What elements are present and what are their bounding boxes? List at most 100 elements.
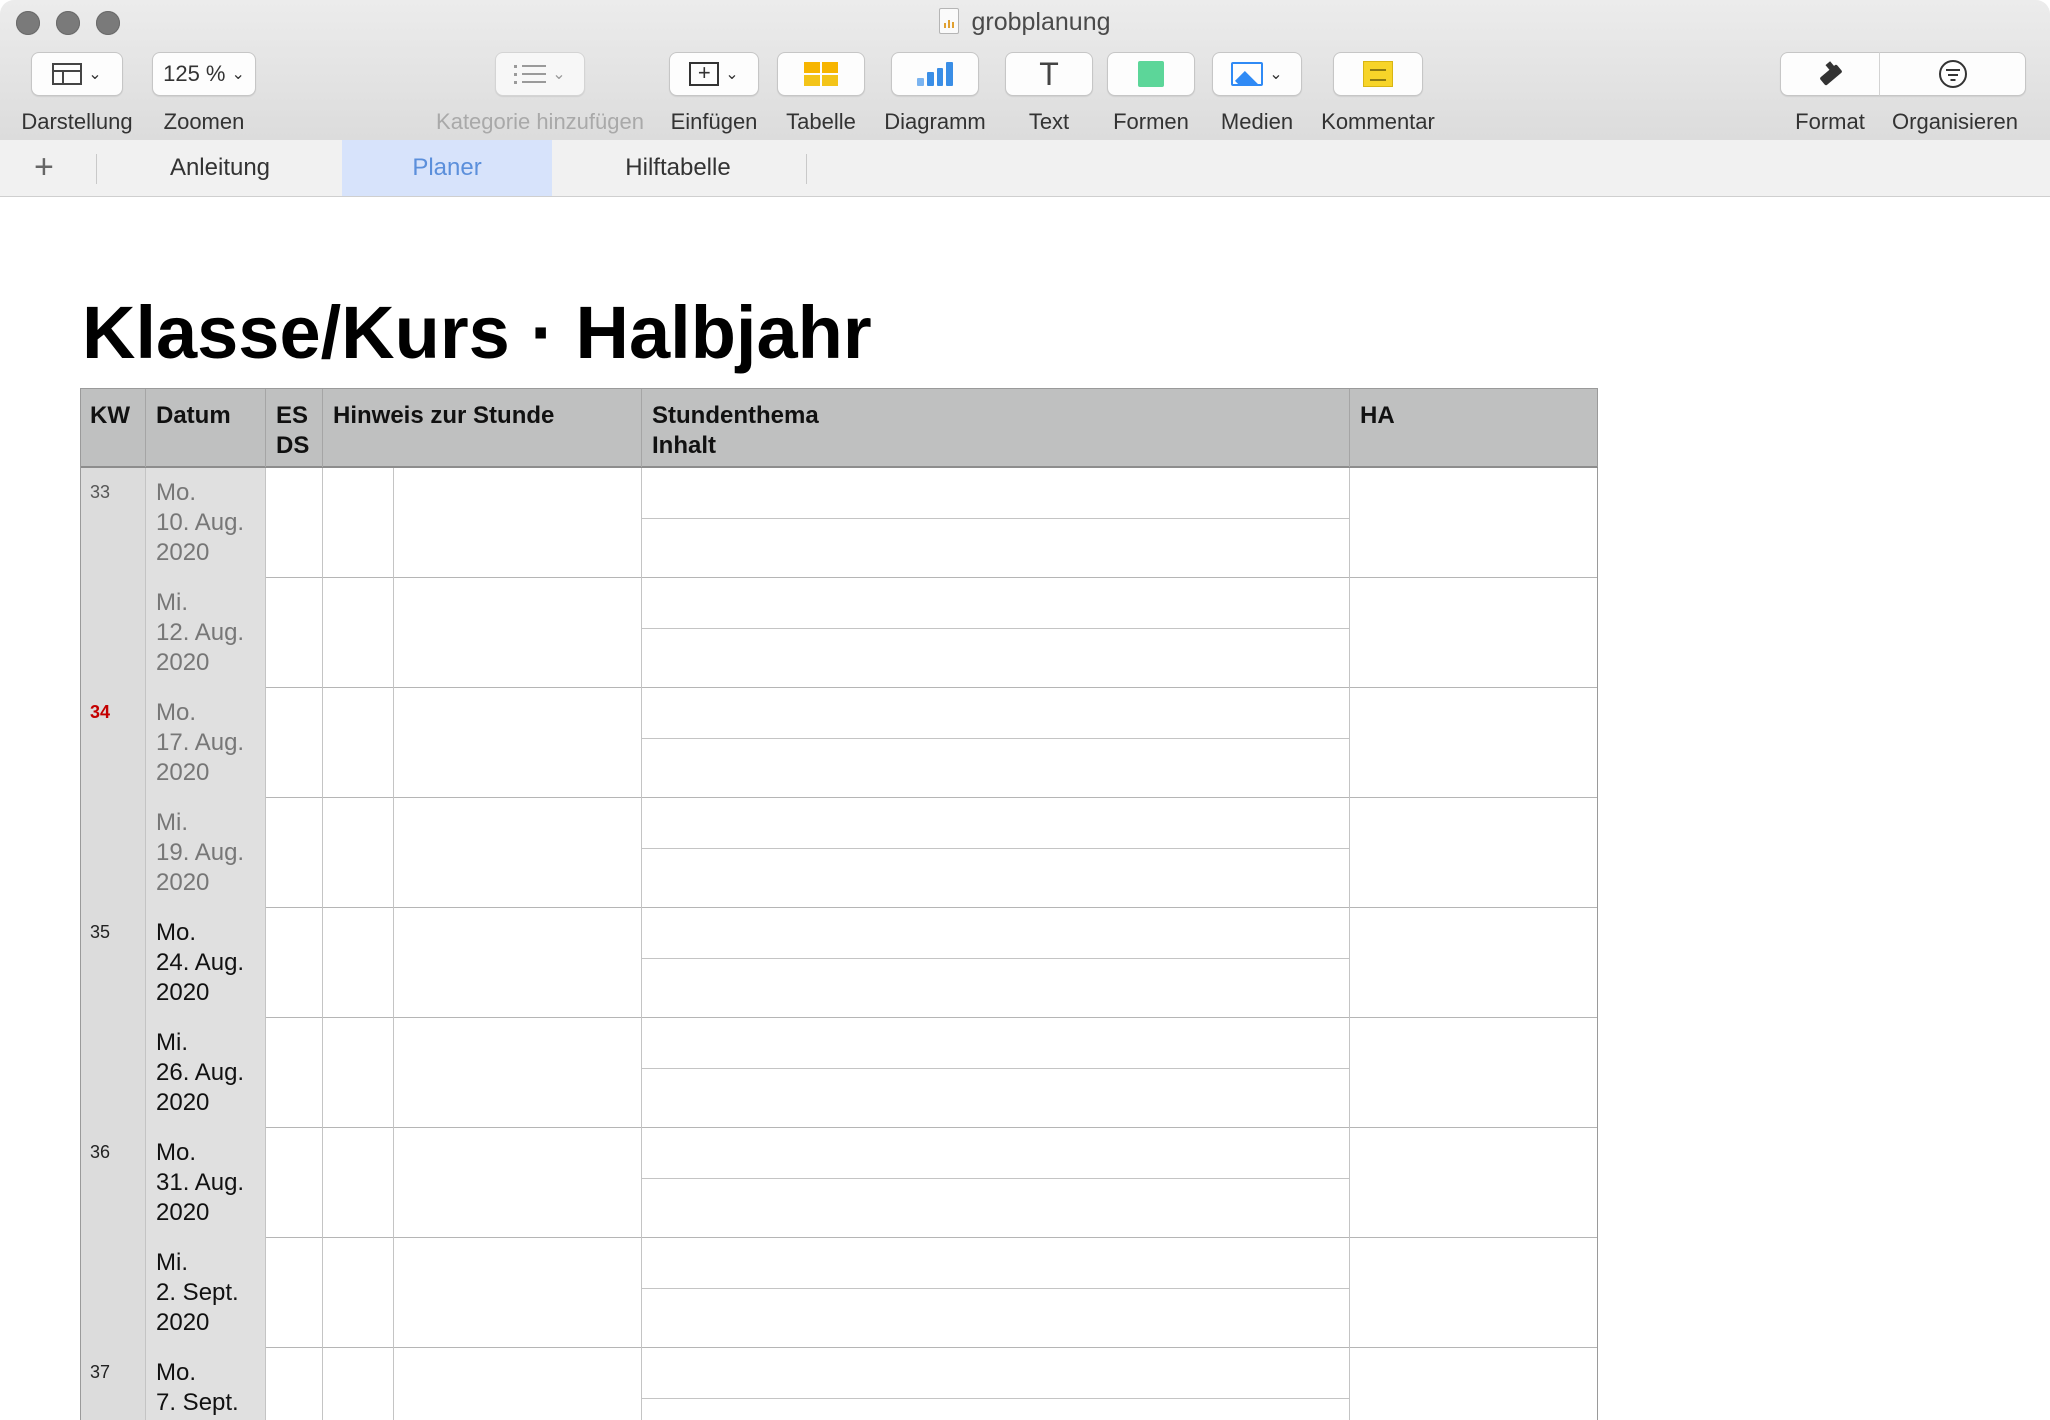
sheet-title[interactable]: Klasse/Kurs · Halbjahr [82,290,872,375]
kw-number: 34 [90,702,111,722]
cell-kw[interactable]: 37 [80,1348,146,1420]
chart-button[interactable]: Diagramm [878,52,992,135]
zoom-menu-button[interactable]: 125 % ⌄ Zoomen [148,52,260,135]
minimize-window-button[interactable] [56,11,80,35]
tab-anleitung[interactable]: Anleitung [100,140,340,196]
insert-menu-button[interactable]: + ⌄ Einfügen [666,52,762,135]
cell-ha[interactable] [1350,1018,1598,1128]
cell-hinweis-a[interactable] [323,908,394,1018]
cell-kw[interactable]: 33 [80,468,146,578]
cell-hinweis-a[interactable] [323,578,394,688]
sheet-tab-bar: + Anleitung Planer Hilftabelle [0,140,2050,197]
cell-stundenthema[interactable] [642,1348,1350,1420]
cell-hinweis-a[interactable] [323,1348,394,1420]
cell-datum[interactable]: Mo. 10. Aug. 2020 [146,468,266,578]
cell-datum[interactable]: Mo. 24. Aug. 2020 [146,908,266,1018]
cell-hinweis-b[interactable] [394,1128,642,1238]
cell-kw[interactable] [80,1238,146,1348]
cell-stundenthema[interactable] [642,688,1350,798]
cell-hinweis-b[interactable] [394,798,642,908]
cell-stundenthema[interactable] [642,578,1350,688]
cell-es-ds[interactable] [266,908,323,1018]
cell-stundenthema[interactable] [642,468,1350,578]
cell-stundenthema[interactable] [642,1238,1350,1348]
cell-hinweis-a[interactable] [323,688,394,798]
cell-ha[interactable] [1350,578,1598,688]
cell-ha[interactable] [1350,688,1598,798]
cell-stundenthema[interactable] [642,908,1350,1018]
comment-icon [1363,61,1393,87]
cell-datum[interactable]: Mi. 12. Aug. 2020 [146,578,266,688]
cell-kw[interactable]: 35 [80,908,146,1018]
add-sheet-button[interactable]: + [34,150,54,184]
cell-stundenthema[interactable] [642,1128,1350,1238]
cell-es-ds[interactable] [266,1348,323,1420]
cell-datum[interactable]: Mo. 31. Aug. 2020 [146,1128,266,1238]
cell-datum[interactable]: Mo. 7. Sept. 2020 [146,1348,266,1420]
shapes-button[interactable]: Formen [1106,52,1196,135]
cell-hinweis-b[interactable] [394,468,642,578]
cell-stundenthema[interactable] [642,798,1350,908]
zoom-window-button[interactable] [96,11,120,35]
header-es-ds[interactable]: ES DS [266,389,323,467]
cell-ha[interactable] [1350,1238,1598,1348]
cell-es-ds[interactable] [266,798,323,908]
cell-hinweis-b[interactable] [394,688,642,798]
cell-ha[interactable] [1350,468,1598,578]
cell-hinweis-b[interactable] [394,578,642,688]
tab-planer[interactable]: Planer [342,140,552,196]
cell-hinweis-b[interactable] [394,1238,642,1348]
format-brush-icon [1816,60,1844,88]
cell-hinweis-b[interactable] [394,908,642,1018]
cell-ha[interactable] [1350,798,1598,908]
cell-es-ds[interactable] [266,578,323,688]
cell-kw[interactable]: 34 [80,688,146,798]
cell-kw[interactable] [80,798,146,908]
cell-es-ds[interactable] [266,1128,323,1238]
cell-hinweis-b[interactable] [394,1348,642,1420]
cell-datum[interactable]: Mo. 17. Aug. 2020 [146,688,266,798]
cell-kw[interactable] [80,1018,146,1128]
date-year: 2020 [156,1089,210,1116]
cell-datum[interactable]: Mi. 2. Sept. 2020 [146,1238,266,1348]
cell-hinweis-a[interactable] [323,798,394,908]
text-button[interactable]: T Text [1004,52,1094,135]
comment-button[interactable]: Kommentar [1316,52,1440,135]
header-stundenthema[interactable]: Stundenthema Inhalt [642,389,1350,467]
cell-es-ds[interactable] [266,1238,323,1348]
cell-ha[interactable] [1350,1348,1598,1420]
cell-datum[interactable]: Mi. 26. Aug. 2020 [146,1018,266,1128]
cell-datum[interactable]: Mi. 19. Aug. 2020 [146,798,266,908]
header-datum[interactable]: Datum [146,389,266,467]
table-button[interactable]: Tabelle [776,52,866,135]
cell-hinweis-a[interactable] [323,1018,394,1128]
cell-es-ds[interactable] [266,688,323,798]
cell-hinweis-b[interactable] [394,1018,642,1128]
text-icon: T [1039,56,1059,92]
cell-hinweis-a[interactable] [323,1128,394,1238]
cell-ha[interactable] [1350,908,1598,1018]
media-menu-button[interactable]: ⌄ Medien [1212,52,1302,135]
table-row: 33 Mo. 10. Aug. 2020 [80,468,1598,578]
header-ha[interactable]: HA [1350,389,1598,467]
cell-es-ds[interactable] [266,1018,323,1128]
add-category-button[interactable]: ⌄ Kategorie hinzufügen [424,52,656,135]
header-kw[interactable]: KW [80,389,146,467]
cell-es-ds[interactable] [266,468,323,578]
close-window-button[interactable] [16,11,40,35]
cell-hinweis-a[interactable] [323,1238,394,1348]
cell-hinweis-a[interactable] [323,468,394,578]
chevron-down-icon: ⌄ [1269,66,1283,83]
cell-ha[interactable] [1350,1128,1598,1238]
organize-button[interactable]: Organisieren [1880,52,2030,135]
format-button[interactable]: Format [1780,52,1880,135]
cell-kw[interactable]: 36 [80,1128,146,1238]
planner-table[interactable]: KW Datum ES DS Hinweis zur Stunde Stunde… [80,388,1598,1420]
cell-divider [642,628,1349,629]
view-menu-button[interactable]: ⌄ Darstellung [14,52,140,135]
cell-stundenthema[interactable] [642,1018,1350,1128]
divider [806,154,807,184]
cell-kw[interactable] [80,578,146,688]
header-hinweis[interactable]: Hinweis zur Stunde [323,389,642,467]
tab-hilftabelle[interactable]: Hilftabelle [552,140,804,196]
